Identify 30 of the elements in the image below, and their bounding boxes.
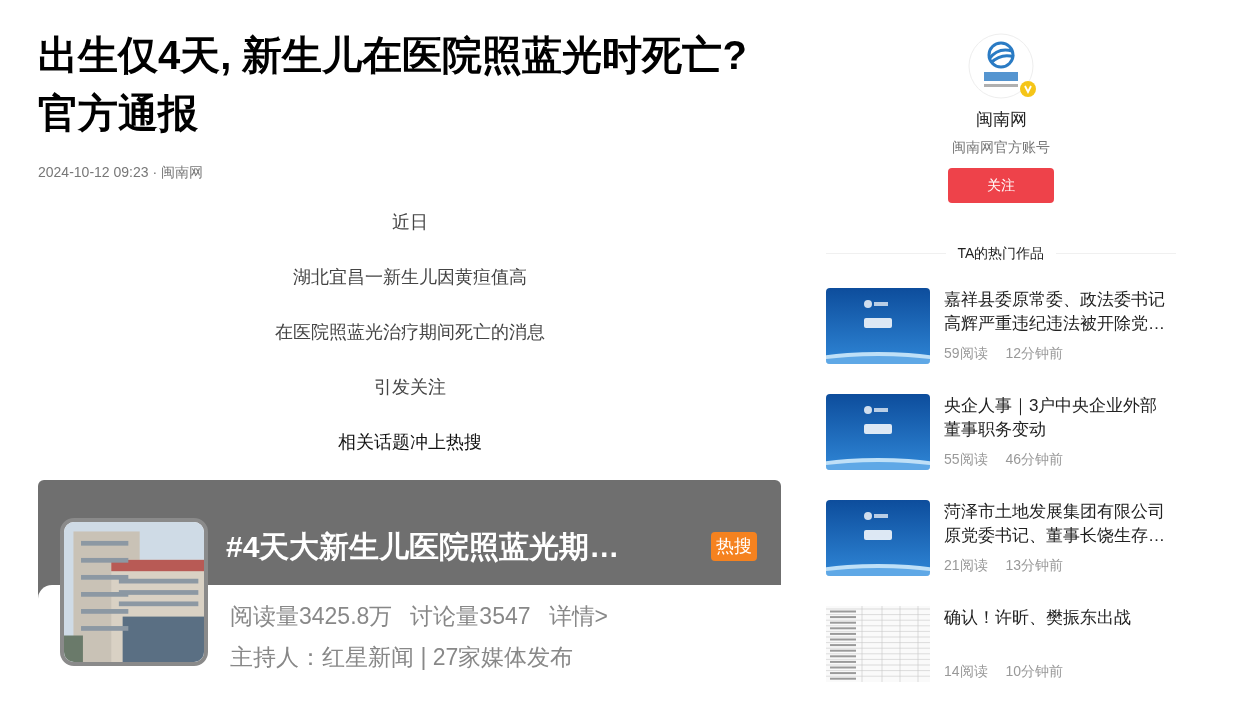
author-name[interactable]: 闽南网: [975, 107, 1027, 133]
read-count: 14阅读: [944, 661, 988, 681]
work-title[interactable]: 央企人事｜3户中央企业外部董事职务变动: [944, 393, 1170, 442]
hot-tag: 热搜: [711, 532, 757, 561]
section-heading: TA的热门作品: [957, 243, 1045, 263]
article-paragraph: 引发关注: [373, 376, 446, 399]
work-title[interactable]: 菏泽市土地发展集团有限公司原党委书记、董事长饶生存…: [944, 499, 1170, 548]
read-count: 59阅读: [944, 343, 988, 363]
article-title: 出生仅4天, 新生儿在医院照蓝光时死亡? 官方通报: [38, 32, 748, 137]
read-count: 21阅读: [944, 555, 988, 575]
topic-stat[interactable]: 详情>: [548, 599, 608, 634]
topic-stat: 讨论量3547: [410, 602, 531, 631]
topic-stat: 阅读量3425.8万: [230, 602, 393, 631]
post-time: 46分钟前: [1005, 449, 1064, 469]
avatar-logo-icon: [968, 33, 1034, 99]
author-subtitle: 闽南网官方账号: [952, 137, 1050, 157]
work-title[interactable]: 嘉祥县委原常委、政法委书记高辉严重违纪违法被开除党…: [944, 287, 1170, 336]
article-paragraph: 在医院照蓝光治疗期间死亡的消息: [274, 321, 545, 344]
read-count: 55阅读: [944, 449, 988, 469]
article-paragraph: 近日: [391, 211, 428, 234]
follow-button[interactable]: 关注: [948, 167, 1054, 203]
article-paragraph: 相关话题冲上热搜: [337, 431, 482, 454]
article-paragraph: 湖北宜昌一新生儿因黄疸值高: [292, 266, 527, 289]
work-title[interactable]: 确认！许昕、樊振东出战: [944, 605, 1170, 630]
post-time: 12分钟前: [1005, 343, 1064, 363]
topic-title[interactable]: #4天大新生儿医院照蓝光期…: [226, 527, 620, 585]
article-meta: 2024-10-12 09:23 · 闽南网: [38, 163, 204, 182]
post-time: 10分钟前: [1005, 661, 1064, 681]
post-time: 13分钟前: [1005, 555, 1064, 575]
topic-host: 主持人：红星新闻 | 27家媒体发布: [230, 642, 575, 672]
